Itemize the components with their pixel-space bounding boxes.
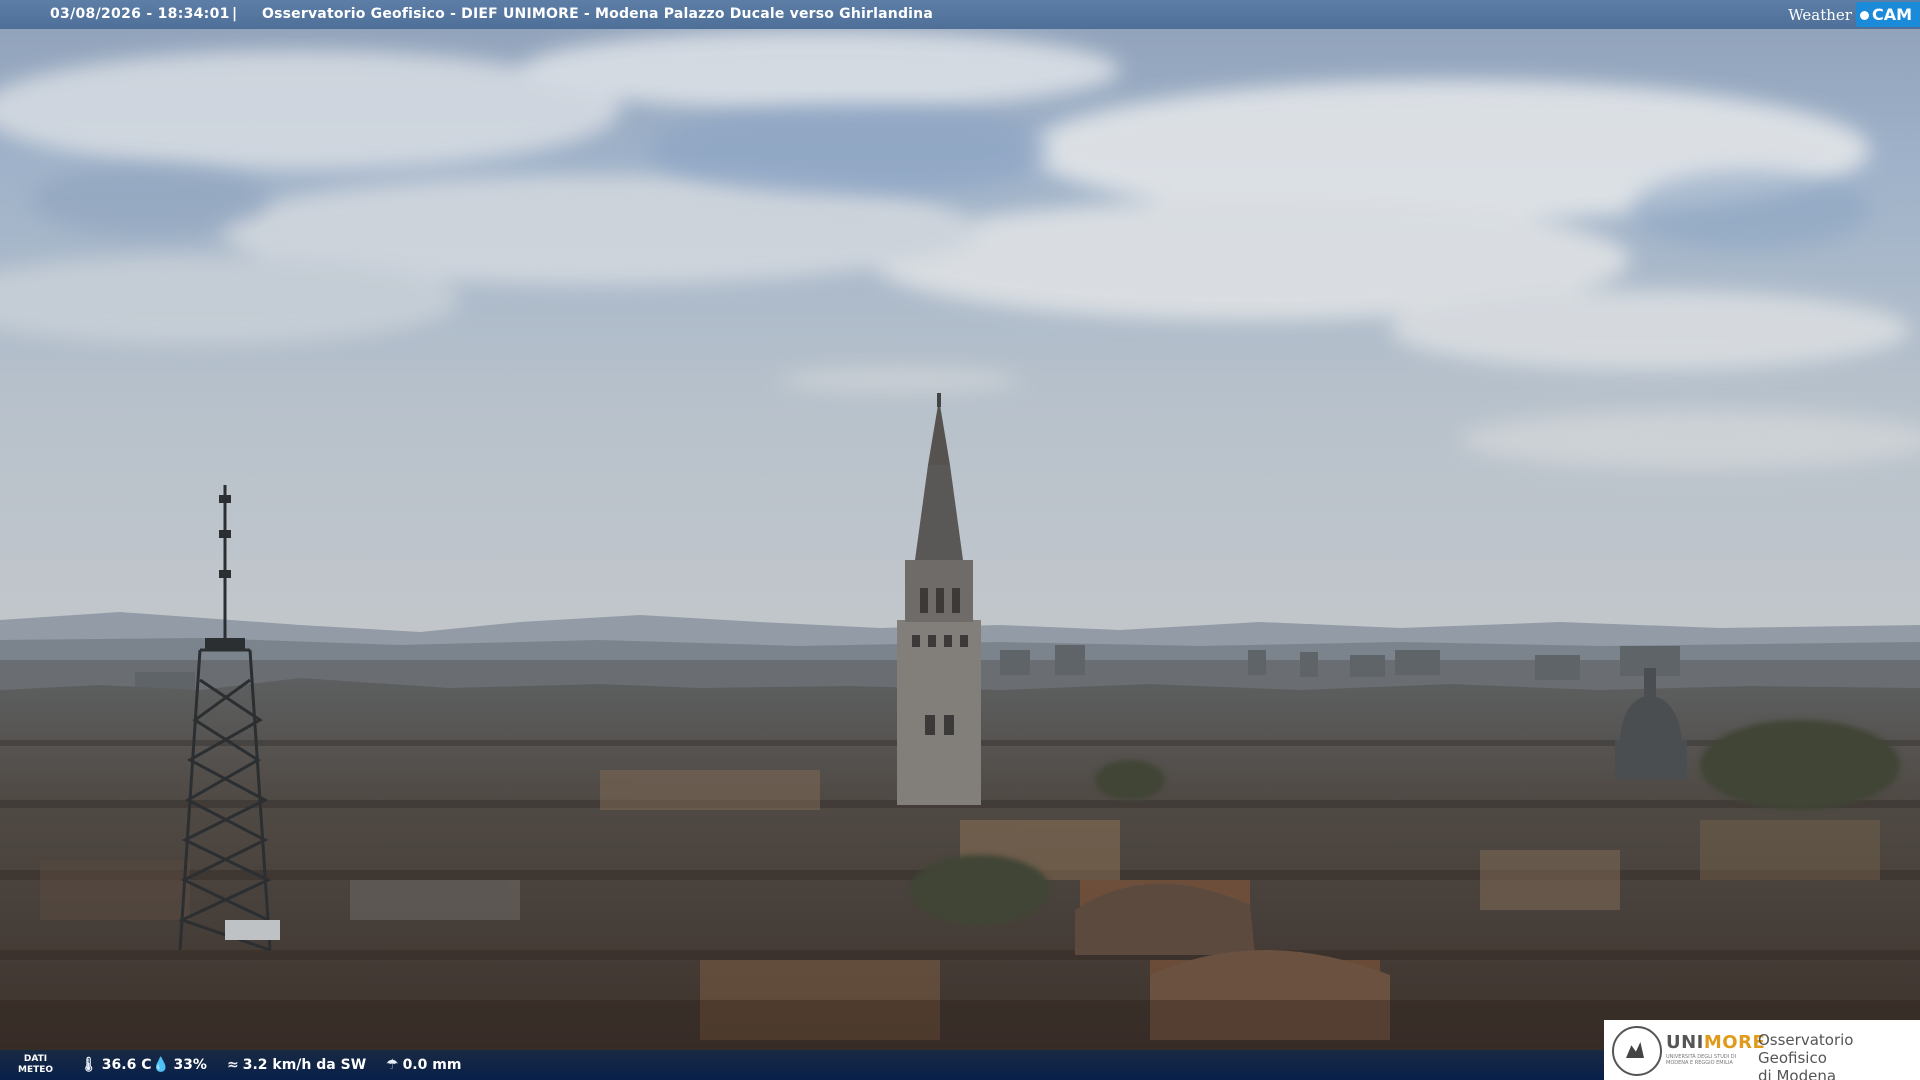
weathercam-logo: Weather CAM bbox=[1788, 0, 1920, 29]
humidity-drop-icon: 💧 bbox=[152, 1057, 170, 1073]
camera-icon bbox=[1859, 11, 1869, 20]
humidity-reading: 💧 33% bbox=[152, 1057, 207, 1073]
rain-value: 0.0 mm bbox=[402, 1057, 462, 1073]
rain-reading: ☂ 0.0 mm bbox=[386, 1057, 461, 1073]
webcam-frame: 03/08/2026 - 18:34:01 | Osservatorio Geo… bbox=[0, 0, 1920, 1080]
timestamp: 03/08/2026 - 18:34:01 bbox=[50, 6, 230, 22]
wind-icon: ≈ bbox=[227, 1057, 239, 1073]
observatory-line2: di Modena bbox=[1758, 1067, 1837, 1080]
observatory-name: Osservatorio Geofisico di Modena bbox=[1758, 1031, 1920, 1080]
modena-skyline-photo bbox=[0, 0, 1920, 1080]
observatory-logo-box: UNIMORE UNIVERSITÀ DEGLI STUDI DI MODENA… bbox=[1604, 1020, 1920, 1080]
weather-data-label: DATI METEO bbox=[18, 1054, 53, 1076]
temperature-value: 36.6 C bbox=[101, 1057, 152, 1073]
wind-value: 3.2 km/h da SW bbox=[242, 1057, 367, 1073]
unimore-prefix: UNI bbox=[1666, 1032, 1704, 1053]
weathercam-logo-cam: CAM bbox=[1871, 5, 1912, 24]
weather-label-line1: DATI bbox=[23, 1054, 48, 1064]
weathercam-logo-badge: CAM bbox=[1855, 2, 1920, 27]
humidity-value: 33% bbox=[173, 1057, 207, 1073]
weathercam-logo-text: Weather bbox=[1788, 5, 1852, 24]
university-seal-icon bbox=[1612, 1026, 1662, 1076]
thermometer-icon: 🌡 bbox=[80, 1057, 98, 1073]
unimore-subtitle: UNIVERSITÀ DEGLI STUDI DI MODENA E REGGI… bbox=[1666, 1054, 1737, 1066]
temperature-reading: 🌡 36.6 C bbox=[80, 1057, 151, 1073]
camera-title: Osservatorio Geofisico - DIEF UNIMORE - … bbox=[262, 6, 933, 22]
header-separator: | bbox=[232, 6, 238, 22]
rain-gauge-icon: ☂ bbox=[386, 1057, 399, 1073]
webcam-header-bar: 03/08/2026 - 18:34:01 | Osservatorio Geo… bbox=[0, 0, 1920, 29]
weather-data-bar: DATI METEO 🌡 36.6 C 💧 33% ≈ 3.2 km/h da … bbox=[0, 1050, 1604, 1080]
unimore-suffix: MORE bbox=[1703, 1032, 1766, 1053]
weather-label-line2: METEO bbox=[18, 1065, 54, 1075]
unimore-wordmark: UNIMORE bbox=[1666, 1032, 1765, 1053]
wind-reading: ≈ 3.2 km/h da SW bbox=[227, 1057, 366, 1073]
observatory-line1: Osservatorio Geofisico bbox=[1758, 1031, 1854, 1067]
